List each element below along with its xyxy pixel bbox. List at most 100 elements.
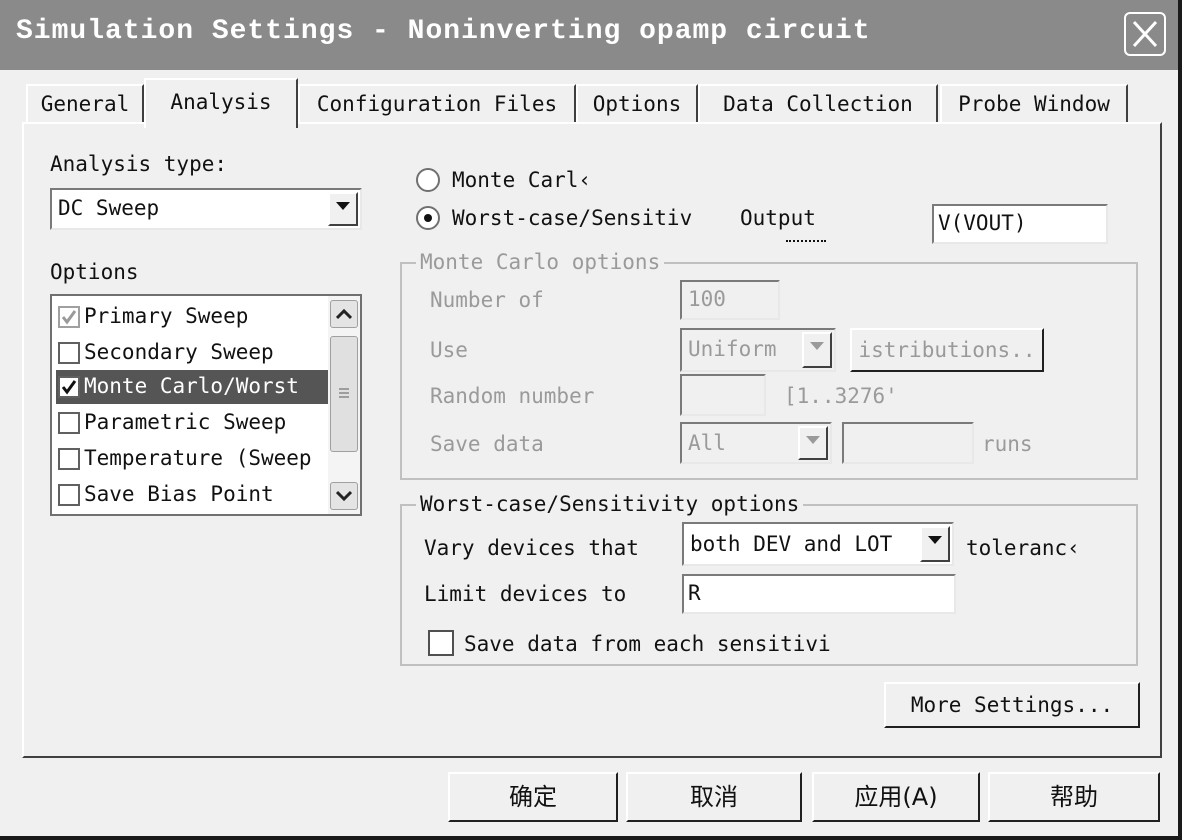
scroll-up-button[interactable] [330, 300, 358, 328]
tab-general-label: General [40, 92, 130, 116]
distributions-button[interactable]: istributions.. [850, 328, 1044, 372]
vary-devices-dropdown[interactable]: both DEV and LOT [682, 522, 954, 566]
help-button-label: 帮助 [1050, 783, 1098, 811]
options-listbox[interactable]: Primary Sweep Secondary Sweep Monte Carl… [50, 294, 362, 516]
close-button[interactable] [1124, 12, 1166, 56]
tab-data-collection[interactable]: Data Collection [698, 84, 938, 124]
analysis-type-label: Analysis type: [50, 152, 228, 176]
option-secondary-sweep[interactable]: Secondary Sweep [56, 336, 328, 370]
save-data-label: Save data [430, 432, 544, 456]
chevron-down-icon [810, 342, 824, 350]
more-settings-button[interactable]: More Settings... [884, 682, 1140, 728]
analysis-type-value: DC Sweep [58, 196, 160, 220]
simulation-settings-dialog: Simulation Settings - Noninverting opamp… [0, 0, 1182, 840]
random-number-label: Random number [430, 384, 595, 408]
runs-label: runs [982, 432, 1033, 456]
output-input[interactable]: V(VOUT) [932, 204, 1108, 244]
options-scrollbar[interactable] [328, 296, 360, 514]
output-label: Output [740, 206, 816, 230]
apply-button-label: 应用(A) [854, 783, 938, 811]
vary-devices-label: Vary devices that [424, 536, 639, 560]
worst-case-options-title: Worst-case/Sensitivity options [416, 492, 804, 516]
options-label: Options [50, 260, 139, 284]
option-save-bias-point[interactable]: Save Bias Point [56, 478, 328, 512]
checkmark-icon [61, 310, 77, 325]
save-data-dropdown-button[interactable] [798, 426, 828, 460]
option-monte-carlo-worst[interactable]: Monte Carlo/Worst [56, 370, 328, 404]
analysis-type-dropdown-button[interactable] [328, 192, 358, 226]
save-data-dropdown[interactable]: All [680, 422, 832, 464]
option-parametric-sweep-label: Parametric Sweep [84, 410, 287, 434]
tab-options-label: Options [592, 92, 682, 116]
tab-analysis[interactable]: Analysis [144, 78, 298, 128]
ok-button-label: 确定 [509, 783, 557, 811]
help-button[interactable]: 帮助 [988, 772, 1160, 822]
chevron-down-icon [336, 202, 350, 210]
scroll-down-button[interactable] [330, 482, 358, 510]
tab-general[interactable]: General [26, 84, 144, 124]
monte-carlo-options-title: Monte Carlo options [416, 250, 665, 274]
tab-probe-window[interactable]: Probe Window [940, 84, 1128, 124]
option-parametric-sweep[interactable]: Parametric Sweep [56, 406, 328, 440]
option-secondary-sweep-label: Secondary Sweep [84, 340, 274, 364]
option-primary-sweep-label: Primary Sweep [84, 304, 249, 328]
save-each-sensitivity-checkbox[interactable] [428, 630, 454, 656]
worst-case-radio[interactable] [416, 206, 440, 230]
option-primary-sweep-checkbox[interactable] [58, 306, 80, 328]
chevron-up-icon [336, 308, 352, 320]
checkmark-icon [61, 380, 77, 395]
tab-analysis-label: Analysis [170, 90, 272, 114]
random-number-range: [1..3276' [784, 384, 898, 408]
tab-configuration-files[interactable]: Configuration Files [298, 84, 576, 124]
monte-carlo-radio-label: Monte Carl‹ [452, 168, 592, 192]
tab-configuration-files-label: Configuration Files [316, 92, 558, 116]
random-number-input[interactable] [680, 374, 766, 416]
distribution-dropdown-button[interactable] [802, 332, 832, 368]
save-data-value: All [688, 431, 726, 455]
option-temperature-sweep-label: Temperature (Sweep [84, 446, 312, 470]
scroll-thumb[interactable] [330, 336, 358, 452]
distributions-button-label: istributions.. [858, 338, 1036, 362]
output-underline [786, 240, 826, 242]
tab-probe-window-label: Probe Window [958, 92, 1110, 116]
number-of-runs-input[interactable]: 100 [680, 280, 780, 320]
vary-devices-value: both DEV and LOT [690, 532, 893, 556]
cancel-button-label: 取消 [690, 783, 738, 811]
vary-devices-dropdown-button[interactable] [920, 526, 950, 562]
worst-case-radio-label: Worst-case/Sensitiv [452, 206, 693, 230]
radio-selected-dot [424, 214, 432, 222]
more-settings-button-label: More Settings... [910, 693, 1114, 717]
tab-options[interactable]: Options [576, 84, 698, 124]
output-input-value: V(VOUT) [938, 211, 1027, 235]
limit-devices-input[interactable]: R [682, 574, 956, 614]
tolerance-label: toleranc‹ [966, 536, 1080, 560]
distribution-value: Uniform [688, 337, 777, 361]
option-monte-carlo-worst-checkbox[interactable] [58, 376, 80, 398]
window-title: Simulation Settings - Noninverting opamp… [16, 16, 871, 47]
distribution-dropdown[interactable]: Uniform [680, 328, 836, 372]
analysis-type-dropdown[interactable]: DC Sweep [50, 188, 362, 230]
number-of-runs-label: Number of [430, 288, 544, 312]
option-save-bias-point-checkbox[interactable] [58, 484, 80, 506]
option-parametric-sweep-checkbox[interactable] [58, 412, 80, 434]
close-icon [1132, 20, 1158, 48]
title-bar: Simulation Settings - Noninverting opamp… [0, 0, 1178, 70]
option-primary-sweep[interactable]: Primary Sweep [56, 300, 328, 334]
save-each-sensitivity-label: Save data from each sensitivi [464, 632, 831, 656]
runs-input[interactable] [842, 422, 974, 464]
chevron-down-icon [928, 536, 942, 544]
limit-devices-label: Limit devices to [424, 582, 627, 606]
limit-devices-value: R [688, 581, 701, 605]
number-of-runs-value: 100 [688, 287, 726, 311]
option-temperature-sweep[interactable]: Temperature (Sweep [56, 442, 328, 476]
chevron-down-icon [806, 436, 820, 444]
tab-data-collection-label: Data Collection [723, 92, 913, 116]
ok-button[interactable]: 确定 [448, 772, 618, 822]
option-secondary-sweep-checkbox[interactable] [58, 342, 80, 364]
use-distribution-label: Use [430, 338, 468, 362]
grip-icon [339, 388, 349, 398]
cancel-button[interactable]: 取消 [626, 772, 802, 822]
monte-carlo-radio[interactable] [416, 168, 440, 192]
option-temperature-sweep-checkbox[interactable] [58, 448, 80, 470]
apply-button[interactable]: 应用(A) [812, 772, 980, 822]
